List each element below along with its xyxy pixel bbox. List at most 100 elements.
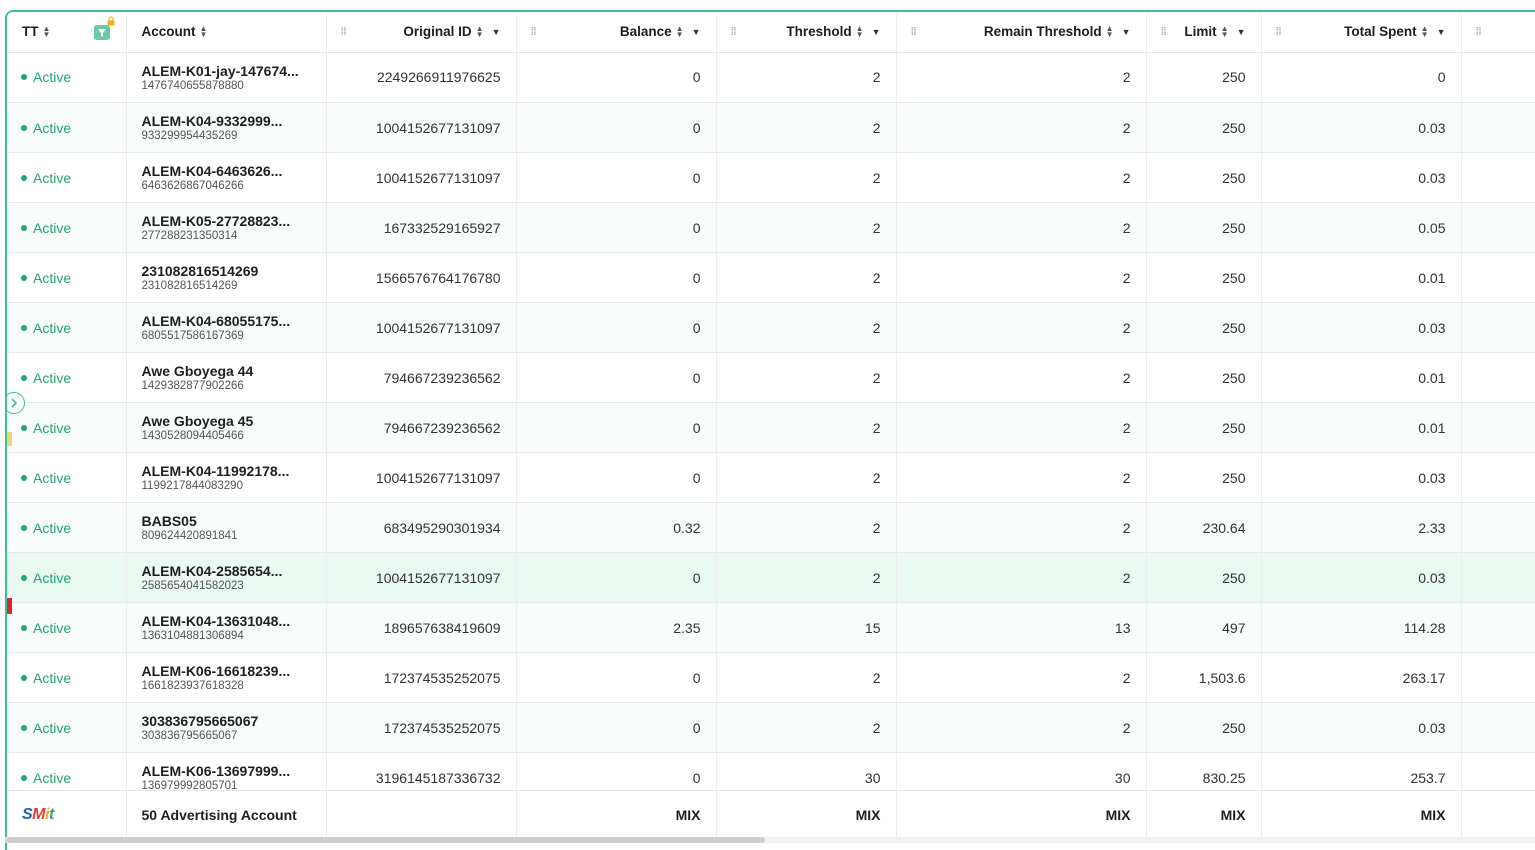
table-row[interactable]: Active Awe Gboyega 45 1430528094405466 7… — [7, 403, 1535, 453]
dropdown-caret-icon[interactable]: ▼ — [692, 27, 701, 37]
drag-handle-icon[interactable]: ⁞⁞ — [731, 26, 736, 38]
column-header-remain-threshold[interactable]: ⁞⁞ Remain Threshold ▲▼ ▼ — [896, 12, 1146, 52]
status-dot-icon — [21, 775, 27, 781]
dropdown-caret-icon[interactable]: ▼ — [492, 27, 501, 37]
table-row[interactable]: Active ALEM-K01-jay-147674... 1476740655… — [7, 53, 1535, 103]
account-name[interactable]: ALEM-K04-6463626... — [142, 163, 311, 179]
account-cell[interactable]: ALEM-K04-68055175... 6805517586167369 — [126, 303, 326, 353]
original-id-cell: 167332529165927 — [326, 203, 516, 253]
account-name[interactable]: Awe Gboyega 44 — [142, 363, 311, 379]
sort-icon[interactable]: ▲▼ — [476, 26, 484, 38]
account-cell[interactable]: Awe Gboyega 44 1429382877902266 — [126, 353, 326, 403]
account-cell[interactable]: ALEM-K04-11992178... 1199217844083290 — [126, 453, 326, 503]
account-cell[interactable]: ALEM-K04-9332999... 933299954435269 — [126, 103, 326, 153]
horizontal-scrollbar[interactable] — [5, 837, 1535, 843]
original-id-cell: 1004152677131097 — [326, 303, 516, 353]
next-cell — [1461, 53, 1535, 103]
account-cell[interactable]: ALEM-K01-jay-147674... 1476740655878880 — [126, 53, 326, 103]
account-name[interactable]: 231082816514269 — [142, 263, 311, 279]
account-cell[interactable]: ALEM-K06-13697999... 136979992805701 — [126, 753, 326, 791]
table-row[interactable]: Active ALEM-K05-27728823... 277288231350… — [7, 203, 1535, 253]
table-row[interactable]: Active 231082816514269 231082816514269 1… — [7, 253, 1535, 303]
column-header-original-id[interactable]: ⁞⁞ Original ID ▲▼ ▼ — [326, 12, 516, 52]
sort-icon[interactable]: ▲▼ — [1221, 26, 1229, 38]
table-row[interactable]: Active ALEM-K06-16618239... 166182393761… — [7, 653, 1535, 703]
account-name[interactable]: ALEM-K04-68055175... — [142, 313, 311, 329]
dropdown-caret-icon[interactable]: ▼ — [872, 27, 881, 37]
account-name[interactable]: ALEM-K04-9332999... — [142, 113, 311, 129]
limit-cell: 250 — [1146, 53, 1261, 103]
account-name[interactable]: 303836795665067 — [142, 713, 311, 729]
table-body-viewport[interactable]: Active ALEM-K01-jay-147674... 1476740655… — [7, 53, 1535, 791]
account-cell[interactable]: ALEM-K04-13631048... 1363104881306894 — [126, 603, 326, 653]
account-cell[interactable]: 231082816514269 231082816514269 — [126, 253, 326, 303]
status-cell: Active — [7, 153, 126, 203]
table-row[interactable]: Active Awe Gboyega 44 1429382877902266 7… — [7, 353, 1535, 403]
account-name[interactable]: ALEM-K06-13697999... — [142, 763, 311, 779]
drag-handle-icon[interactable]: ⁞⁞ — [911, 26, 916, 38]
table-row[interactable]: Active ALEM-K04-2585654... 2585654041582… — [7, 553, 1535, 603]
drag-handle-icon[interactable]: ⁞⁞ — [531, 26, 536, 38]
next-cell — [1461, 203, 1535, 253]
table-row[interactable]: Active ALEM-K04-13631048... 136310488130… — [7, 603, 1535, 653]
sort-icon[interactable]: ▲▼ — [43, 26, 51, 38]
drag-handle-icon[interactable]: ⁞⁞ — [1476, 26, 1481, 38]
sort-icon[interactable]: ▲▼ — [676, 26, 684, 38]
status-badge: Active — [22, 620, 111, 636]
column-header-next[interactable]: ⁞⁞ — [1461, 12, 1535, 52]
table-row[interactable]: Active ALEM-K06-13697999... 136979992805… — [7, 753, 1535, 791]
account-name[interactable]: ALEM-K04-11992178... — [142, 463, 311, 479]
table-row[interactable]: Active ALEM-K04-6463626... 6463626867046… — [7, 153, 1535, 203]
sort-icon[interactable]: ▲▼ — [1106, 26, 1114, 38]
balance-cell: 0 — [516, 253, 716, 303]
column-header-total-spent[interactable]: ⁞⁞ Total Spent ▲▼ ▼ — [1261, 12, 1461, 52]
filter-icon[interactable] — [94, 25, 110, 40]
account-name[interactable]: BABS05 — [142, 513, 311, 529]
column-header-tt[interactable]: TT ▲▼ — [7, 12, 126, 52]
threshold-cell: 2 — [716, 103, 896, 153]
dropdown-caret-icon[interactable]: ▼ — [1122, 27, 1131, 37]
column-header-account[interactable]: Account ▲▼ — [126, 12, 326, 52]
account-name[interactable]: Awe Gboyega 45 — [142, 413, 311, 429]
account-cell[interactable]: ALEM-K04-2585654... 2585654041582023 — [126, 553, 326, 603]
table-row[interactable]: Active ALEM-K04-68055175... 680551758616… — [7, 303, 1535, 353]
table-row[interactable]: Active ALEM-K04-11992178... 119921784408… — [7, 453, 1535, 503]
drag-handle-icon[interactable]: ⁞⁞ — [1161, 26, 1166, 38]
original-id-cell: 189657638419609 — [326, 603, 516, 653]
account-cell[interactable]: ALEM-K04-6463626... 6463626867046266 — [126, 153, 326, 203]
original-id-cell: 1004152677131097 — [326, 153, 516, 203]
sort-icon[interactable]: ▲▼ — [1421, 26, 1429, 38]
sort-icon[interactable]: ▲▼ — [856, 26, 864, 38]
account-name[interactable]: ALEM-K01-jay-147674... — [142, 63, 311, 79]
account-cell[interactable]: BABS05 809624420891841 — [126, 503, 326, 553]
account-cell[interactable]: 303836795665067 303836795665067 — [126, 703, 326, 753]
remain-threshold-cell: 2 — [896, 453, 1146, 503]
column-header-threshold[interactable]: ⁞⁞ Threshold ▲▼ ▼ — [716, 12, 896, 52]
status-dot-icon — [21, 125, 27, 131]
drag-handle-icon[interactable]: ⁞⁞ — [1276, 26, 1281, 38]
balance-cell: 0 — [516, 153, 716, 203]
account-cell[interactable]: ALEM-K05-27728823... 277288231350314 — [126, 203, 326, 253]
remain-threshold-cell: 2 — [896, 553, 1146, 603]
sort-icon[interactable]: ▲▼ — [200, 26, 208, 38]
dropdown-caret-icon[interactable]: ▼ — [1237, 27, 1246, 37]
status-dot-icon — [21, 175, 27, 181]
table-row[interactable]: Active BABS05 809624420891841 6834952903… — [7, 503, 1535, 553]
table-row[interactable]: Active 303836795665067 303836795665067 1… — [7, 703, 1535, 753]
account-cell[interactable]: Awe Gboyega 45 1430528094405466 — [126, 403, 326, 453]
scrollbar-thumb[interactable] — [5, 837, 765, 843]
footer-next — [1461, 791, 1535, 839]
account-cell[interactable]: ALEM-K06-16618239... 1661823937618328 — [126, 653, 326, 703]
account-name[interactable]: ALEM-K06-16618239... — [142, 663, 311, 679]
original-id-cell: 794667239236562 — [326, 403, 516, 453]
drag-handle-icon[interactable]: ⁞⁞ — [341, 26, 346, 38]
dropdown-caret-icon[interactable]: ▼ — [1437, 27, 1446, 37]
table-row[interactable]: Active ALEM-K04-9332999... 9332999544352… — [7, 103, 1535, 153]
status-dot-icon — [21, 525, 27, 531]
column-header-limit[interactable]: ⁞⁞ Limit ▲▼ ▼ — [1146, 12, 1261, 52]
account-name[interactable]: ALEM-K05-27728823... — [142, 213, 311, 229]
account-name[interactable]: ALEM-K04-13631048... — [142, 613, 311, 629]
limit-cell: 497 — [1146, 603, 1261, 653]
account-name[interactable]: ALEM-K04-2585654... — [142, 563, 311, 579]
column-header-balance[interactable]: ⁞⁞ Balance ▲▼ ▼ — [516, 12, 716, 52]
